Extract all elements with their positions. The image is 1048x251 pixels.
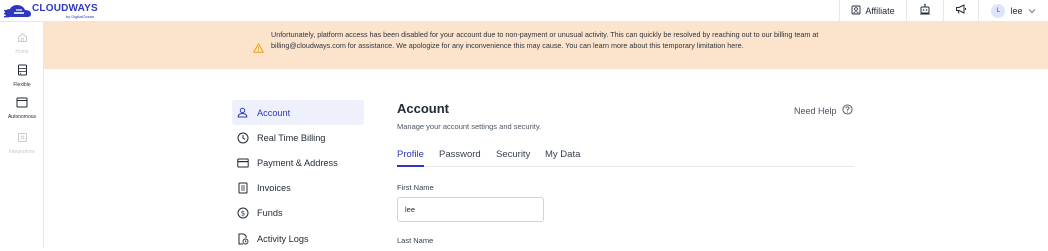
help-circle-icon [841, 104, 853, 117]
banner-message: Unfortunately, platform access has been … [271, 30, 819, 50]
rail-item-label: Autonomous [7, 114, 37, 120]
tab-security[interactable]: Security [496, 149, 530, 167]
user-menu[interactable]: L lee [978, 0, 1048, 22]
dollar-icon: $ [236, 206, 249, 219]
chevron-down-icon [1028, 6, 1036, 16]
activity-log-icon [236, 232, 249, 245]
tab-password[interactable]: Password [439, 149, 481, 167]
tab-my-data[interactable]: My Data [545, 149, 580, 167]
rail-item-integrations[interactable]: Integrations [0, 130, 44, 155]
rail-item-label: Flexible [13, 82, 31, 88]
settings-nav-funds[interactable]: $ Funds [232, 200, 364, 225]
top-bar: CLOUDWAYS by DigitalOcean Affiliate L le… [0, 0, 1048, 22]
account-tabs: Profile Password Security My Data [397, 149, 854, 167]
affiliate-label: Affiliate [865, 6, 895, 16]
home-icon [17, 30, 28, 48]
settings-nav-label: Activity Logs [257, 233, 309, 244]
server-icon [17, 63, 28, 81]
window-icon [16, 95, 28, 113]
warning-icon [253, 40, 264, 58]
settings-nav-invoices[interactable]: Invoices [232, 175, 364, 200]
brand-sub: by DigitalOcean [66, 13, 95, 19]
first-name-label: First Name [397, 183, 434, 192]
cloudways-logo[interactable]: CLOUDWAYS by DigitalOcean [4, 2, 98, 20]
svg-text:$: $ [240, 209, 244, 217]
puzzle-icon [17, 130, 28, 148]
user-name: lee [1010, 6, 1023, 16]
megaphone-icon [955, 2, 967, 20]
affiliate-icon [851, 5, 861, 17]
avatar: L [991, 4, 1006, 18]
page-subtitle: Manage your account settings and securit… [397, 122, 542, 131]
first-name-field[interactable] [397, 197, 544, 222]
page-title: Account [397, 101, 449, 116]
need-help-link[interactable]: Need Help [794, 104, 853, 117]
last-name-label: Last Name [397, 236, 434, 245]
settings-nav-activity-logs[interactable]: Activity Logs [232, 226, 364, 251]
settings-nav-label: Real Time Billing [257, 132, 326, 143]
rail-item-label: Integrations [8, 149, 36, 155]
rail-item-label: Home [15, 49, 29, 55]
settings-nav-label: Payment & Address [257, 157, 338, 168]
cloudways-logo-icon [4, 4, 31, 18]
affiliate-button[interactable]: Affiliate [839, 0, 906, 22]
account-disabled-banner: Unfortunately, platform access has been … [44, 22, 1048, 69]
assistant-bot-button[interactable] [906, 0, 943, 22]
settings-nav-label: Invoices [257, 182, 291, 193]
clock-icon [236, 131, 249, 144]
brand-name: CLOUDWAYS [32, 2, 98, 14]
settings-nav-account[interactable]: Account [232, 100, 364, 125]
settings-nav-payment-address[interactable]: Payment & Address [232, 150, 364, 175]
settings-nav-real-time-billing[interactable]: Real Time Billing [232, 125, 364, 150]
need-help-label: Need Help [794, 105, 837, 116]
robot-icon [919, 2, 931, 20]
settings-nav-label: Account [257, 107, 291, 118]
rail-item-home[interactable]: Home [0, 30, 44, 55]
left-rail: Home Flexible Autonomous Integrations [0, 22, 44, 248]
credit-card-icon [236, 156, 249, 169]
invoice-icon [236, 181, 249, 194]
user-icon [236, 106, 249, 119]
tab-profile[interactable]: Profile [397, 149, 424, 167]
rail-item-autonomous[interactable]: Autonomous [0, 95, 44, 120]
announcements-button[interactable] [943, 0, 978, 22]
settings-nav-label: Funds [257, 207, 283, 218]
rail-item-flexible[interactable]: Flexible [0, 63, 44, 88]
